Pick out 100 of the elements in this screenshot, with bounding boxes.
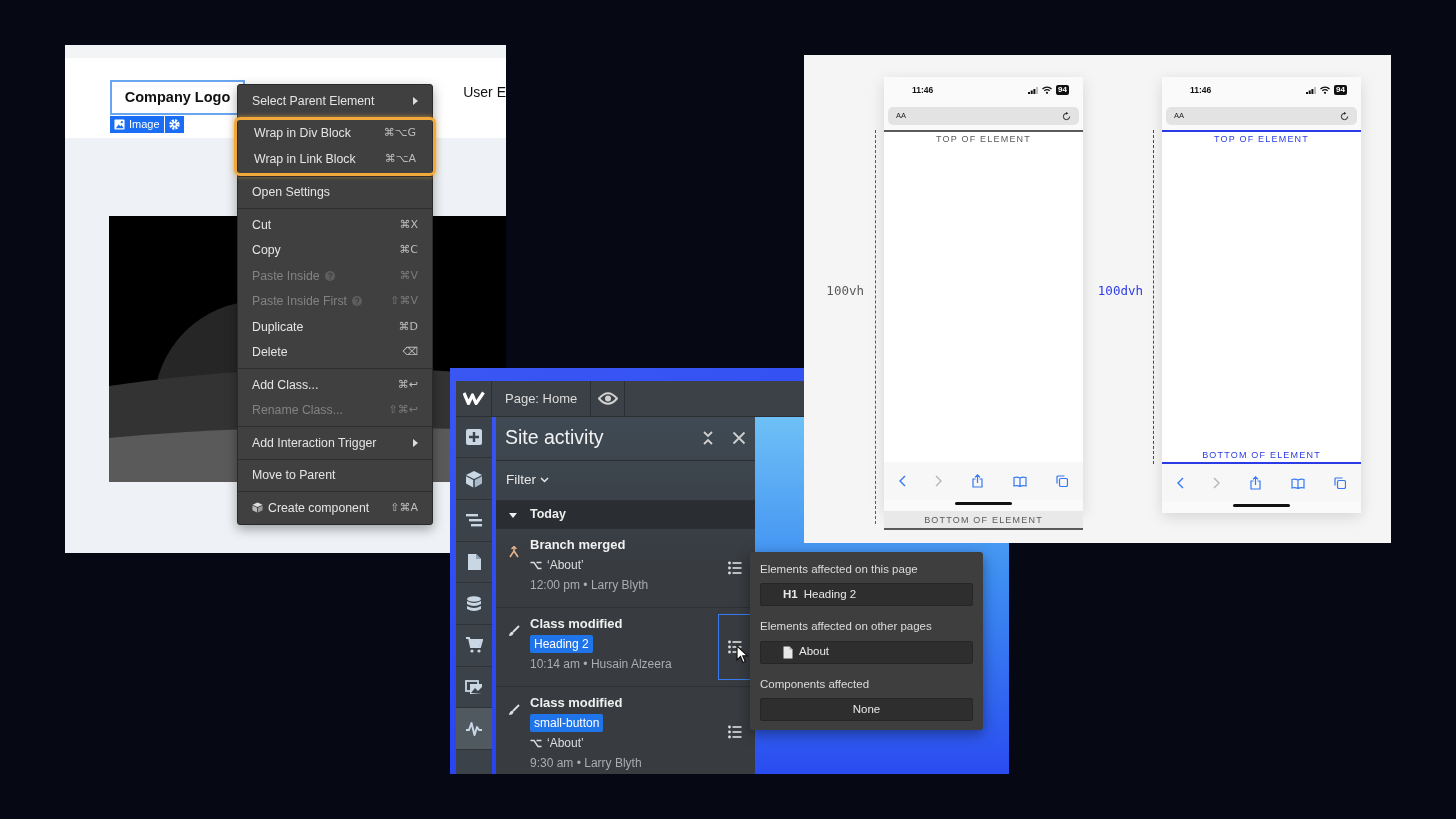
measure-label: 100vh [825,282,864,300]
database-icon [465,594,483,613]
reload-icon[interactable] [1340,111,1349,121]
list-icon [728,560,742,575]
menu-item[interactable]: Duplicate ⌘D [238,314,432,340]
image-icon [114,119,125,130]
menu-item[interactable]: Add Interaction Trigger [238,430,432,456]
add-icon [465,427,483,446]
entry-title: Branch merged [530,535,627,554]
home-indicator [955,502,1012,505]
shortcut-label: ⌫ [402,344,418,360]
wifi-icon [1320,86,1331,94]
entry-meta: 12:00 pm • Larry Blyth [530,577,650,594]
collapse-button[interactable] [702,431,714,445]
tabs-icon[interactable] [1056,475,1069,487]
shortcut-label: ⌘X [399,216,418,233]
reload-icon[interactable] [1062,111,1071,121]
menu-item[interactable]: Delete ⌫ [238,339,432,365]
page-icon [465,552,483,571]
branch-icon [530,738,542,748]
submenu-caret-icon [413,438,418,447]
menu-item[interactable]: Copy ⌘C [238,237,432,263]
item-label: Heading 2 [803,587,857,603]
battery-indicator: 94 [1056,85,1069,95]
menu-item[interactable]: Cut ⌘X [238,212,432,238]
collapse-icon [702,431,714,445]
list-icon [728,725,742,740]
status-time: 11:46 [912,83,934,97]
element-bottom-label: BOTTOM OF ELEMENT [1202,448,1321,462]
tabs-icon[interactable] [1334,477,1347,489]
shortcut-label: ⌘⌥A [384,150,416,167]
cube-icon [252,502,263,514]
shortcut-label: ⇧⌘V [390,293,418,309]
page-icon [783,645,793,659]
close-button[interactable] [732,431,746,445]
element-tag[interactable]: Image [110,116,164,133]
menu-item[interactable]: Move to Parent [238,462,432,488]
cube-icon [465,469,483,488]
share-icon[interactable] [1250,476,1261,490]
settings-button[interactable] [164,116,184,133]
battery-indicator: 94 [1334,85,1347,95]
class-tag: small-button [530,714,604,732]
affected-item[interactable]: H1 Heading 2 [760,583,973,607]
signal-icon [1028,86,1039,94]
share-icon[interactable] [972,474,983,488]
brush-icon [508,625,520,638]
menu-item[interactable]: Create component ⇧⌘A [238,495,432,521]
eye-icon [597,391,618,405]
status-time: 11:46 [1190,83,1212,97]
sidebar-button[interactable] [456,708,492,750]
branch-label: ‘About’ [530,556,718,574]
item-label: About [799,644,830,660]
entry-meta: 10:14 am • Husain Alzeera [530,656,673,673]
help-icon [324,270,335,281]
section-heading: Elements affected on this page [760,562,919,577]
measure-label: 100dvh [1097,282,1143,300]
cart-icon [465,636,483,655]
bookmarks-icon[interactable] [1290,477,1305,489]
signal-icon [1306,86,1317,94]
filter-button[interactable]: Filter [506,469,549,491]
cursor-icon [736,645,749,664]
shortcut-label: ⇧⌘A [390,499,418,516]
shortcut-label: ⌘C [399,242,418,258]
back-icon[interactable] [1176,477,1184,489]
shortcut-label: ⌘↩ [397,376,418,393]
group-header[interactable]: Today [496,500,755,529]
item-label: None [852,701,881,717]
nav-link[interactable]: User E [463,82,506,103]
entry-title: Class modified [530,614,624,633]
entry-meta: 9:30 am • Larry Blyth [530,755,643,772]
section-heading: Components affected [760,676,871,692]
entry-title: Class modified [530,693,624,712]
chevron-down-icon [540,477,549,483]
list-icon [728,639,742,654]
shortcut-label: ⌘V [399,267,418,284]
menu-item[interactable]: Add Class... ⌘↩ [238,372,432,398]
logo-icon[interactable] [462,391,485,406]
merge-icon [508,546,520,559]
affected-item[interactable]: About [760,640,973,664]
submenu-caret-icon [413,96,418,105]
shortcut-label: ⇧⌘↩ [388,402,418,418]
brush-icon [508,704,520,717]
close-icon [732,431,746,445]
bookmarks-icon[interactable] [1012,475,1027,487]
shortcut-label: ⌘D [398,318,418,335]
menu-item[interactable]: Wrap in Link Block ⌘⌥A [240,146,430,172]
section-heading: Elements affected on other pages [760,619,933,635]
menu-item[interactable]: Open Settings [238,179,432,205]
branch-label: ‘About’ [530,734,718,752]
home-indicator [1233,504,1290,507]
images-icon [465,678,483,696]
class-tag: Heading 2 [530,635,593,653]
element-top-label: TOP OF ELEMENT [1214,133,1309,146]
gear-icon [168,119,180,130]
element-type-label: H1 [783,587,798,603]
panel-title: Site activity [505,425,604,451]
help-icon [352,296,362,307]
page-selector[interactable]: Page: Home [492,381,592,416]
back-icon[interactable] [898,475,906,487]
element-bottom-label: BOTTOM OF ELEMENT [923,514,1044,527]
